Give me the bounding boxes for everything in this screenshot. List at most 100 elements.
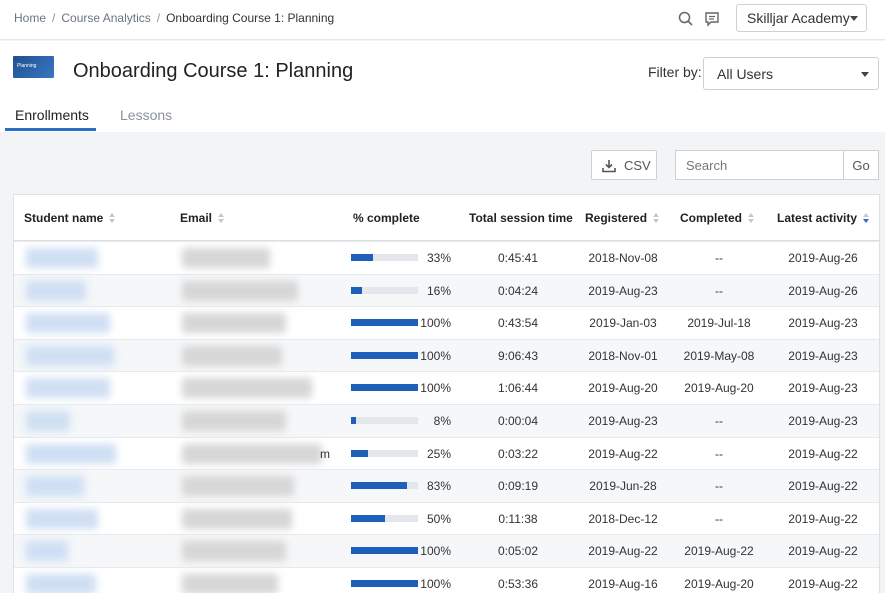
session-time-cell: 0:04:24 xyxy=(497,283,539,298)
sort-desc-icon xyxy=(863,213,870,224)
student-name-redacted[interactable] xyxy=(26,248,98,268)
table-row[interactable]: 8% 0:00:04 2019-Aug-23 -- 2019-Aug-23 xyxy=(14,404,879,437)
email-redacted xyxy=(182,248,270,268)
tab-lessons[interactable]: Lessons xyxy=(120,107,172,123)
completed-cell: -- xyxy=(715,511,723,526)
filter-label: Filter by: xyxy=(648,64,702,80)
student-name-redacted[interactable] xyxy=(26,345,114,366)
percent-complete-cell: 100% xyxy=(420,348,451,363)
progress-bar xyxy=(351,580,418,587)
csv-export-button[interactable]: CSV xyxy=(591,150,657,180)
progress-bar xyxy=(351,286,418,294)
student-name-redacted[interactable] xyxy=(26,443,116,464)
latest-activity-cell: 2019-Aug-26 xyxy=(788,251,858,265)
latest-activity-cell: 2019-Aug-22 xyxy=(788,446,858,461)
percent-complete-cell: 8% xyxy=(433,414,451,428)
student-name-redacted[interactable] xyxy=(26,541,68,562)
email-cell: m xyxy=(320,446,330,461)
student-name-redacted[interactable] xyxy=(26,313,110,334)
student-name-redacted[interactable] xyxy=(26,378,110,399)
session-time-cell: 0:05:02 xyxy=(497,544,539,559)
latest-activity-cell: 2019-Aug-22 xyxy=(788,577,858,591)
progress-bar-fill xyxy=(351,580,418,587)
progress-bar xyxy=(351,417,418,424)
enrollments-table: Student name Email % complete Total sess… xyxy=(13,194,880,593)
progress-bar-fill xyxy=(351,384,418,392)
tab-enrollments[interactable]: Enrollments xyxy=(15,107,89,123)
table-row[interactable]: m 25% 0:03:22 2019-Aug-22 -- 2019-Aug-22 xyxy=(14,436,879,470)
table-row[interactable]: 83% 0:09:19 2019-Jun-28 -- 2019-Aug-22 xyxy=(14,469,879,503)
top-bar: Home / Course Analytics / Onboarding Course … xyxy=(0,0,885,40)
student-name-redacted[interactable] xyxy=(26,574,96,593)
email-redacted xyxy=(182,345,282,366)
active-tab-indicator xyxy=(5,128,96,131)
percent-complete-cell: 100% xyxy=(420,544,451,559)
progress-bar xyxy=(351,351,418,359)
latest-activity-cell: 2019-Aug-22 xyxy=(788,511,858,526)
latest-activity-cell: 2019-Aug-26 xyxy=(788,283,858,298)
email-redacted xyxy=(182,443,322,464)
sort-icon xyxy=(218,213,225,224)
email-redacted xyxy=(182,541,286,562)
table-row[interactable]: 33% 0:45:41 2018-Nov-08 -- 2019-Aug-26 xyxy=(14,241,879,274)
progress-bar-fill xyxy=(351,547,418,555)
email-redacted xyxy=(182,574,278,593)
student-name-redacted[interactable] xyxy=(26,280,86,301)
sort-icon xyxy=(653,213,660,224)
session-time-cell: 0:43:54 xyxy=(497,316,539,331)
breadcrumb: Home / Course Analytics / Onboarding Course … xyxy=(14,11,335,25)
student-name-redacted[interactable] xyxy=(26,411,70,431)
chevron-down-icon xyxy=(861,72,869,77)
table-row[interactable]: 100% 9:06:43 2018-Nov-01 2019-May-08 2019-Au… xyxy=(14,338,879,372)
registered-cell: 2019-Aug-23 xyxy=(588,283,658,298)
completed-cell: -- xyxy=(715,251,723,265)
registered-cell: 2019-Jan-03 xyxy=(589,316,657,331)
breadcrumb-course-analytics[interactable]: Course Analytics xyxy=(61,11,150,25)
account-label: Skilljar Academy xyxy=(747,10,850,26)
progress-bar xyxy=(351,482,418,490)
go-button[interactable]: Go xyxy=(843,150,879,180)
column-header-registered[interactable]: Registered xyxy=(585,211,660,225)
percent-complete-cell: 25% xyxy=(426,446,451,461)
completed-cell: -- xyxy=(715,283,723,298)
progress-bar xyxy=(351,384,418,392)
table-row[interactable]: 100% 0:43:54 2019-Jan-03 2019-Jul-18 2019-Au… xyxy=(14,306,879,339)
registered-cell: 2019-Aug-23 xyxy=(588,414,658,428)
completed-cell: -- xyxy=(715,446,723,461)
progress-bar xyxy=(351,514,418,522)
column-header-completed[interactable]: Completed xyxy=(680,211,755,225)
student-name-redacted[interactable] xyxy=(26,476,84,497)
filter-select[interactable]: All Users xyxy=(703,57,879,90)
progress-bar xyxy=(351,319,418,327)
column-header-student-name[interactable]: Student name xyxy=(24,211,116,225)
progress-bar-fill xyxy=(351,319,418,327)
session-time-cell: 0:03:22 xyxy=(497,446,539,461)
progress-bar-fill xyxy=(351,417,357,424)
latest-activity-cell: 2019-Aug-22 xyxy=(788,544,858,559)
table-row[interactable]: 100% 0:53:36 2019-Aug-16 2019-Aug-20 2019-Au… xyxy=(14,567,879,593)
table-row[interactable]: 16% 0:04:24 2019-Aug-23 -- 2019-Aug-26 xyxy=(14,273,879,307)
account-dropdown[interactable]: Skilljar Academy xyxy=(736,4,867,32)
completed-cell: 2019-Aug-22 xyxy=(684,544,754,559)
progress-bar-fill xyxy=(351,286,362,294)
progress-bar-fill xyxy=(351,482,407,490)
table-row[interactable]: 100% 1:06:44 2019-Aug-20 2019-Aug-20 2019-Au… xyxy=(14,371,879,404)
column-header-email[interactable]: Email xyxy=(180,211,225,225)
breadcrumb-home[interactable]: Home xyxy=(14,11,46,25)
table-row[interactable]: 50% 0:11:38 2018-Dec-12 -- 2019-Aug-22 xyxy=(14,501,879,535)
filter-selected-value: All Users xyxy=(717,66,774,82)
session-time-cell: 0:53:36 xyxy=(497,577,539,591)
feedback-icon[interactable] xyxy=(703,10,721,28)
search-input[interactable] xyxy=(675,150,844,180)
search-icon[interactable] xyxy=(677,10,695,28)
latest-activity-cell: 2019-Aug-23 xyxy=(788,316,858,331)
email-redacted xyxy=(182,280,298,301)
registered-cell: 2019-Aug-16 xyxy=(588,577,658,591)
completed-cell: 2019-May-08 xyxy=(683,348,755,363)
email-redacted xyxy=(182,476,294,497)
progress-bar-fill xyxy=(351,254,374,261)
column-header-latest-activity[interactable]: Latest activity xyxy=(777,211,870,225)
table-row[interactable]: 100% 0:05:02 2019-Aug-22 2019-Aug-22 2019-Au… xyxy=(14,534,879,568)
student-name-redacted[interactable] xyxy=(26,508,98,529)
registered-cell: 2018-Nov-08 xyxy=(588,251,658,265)
